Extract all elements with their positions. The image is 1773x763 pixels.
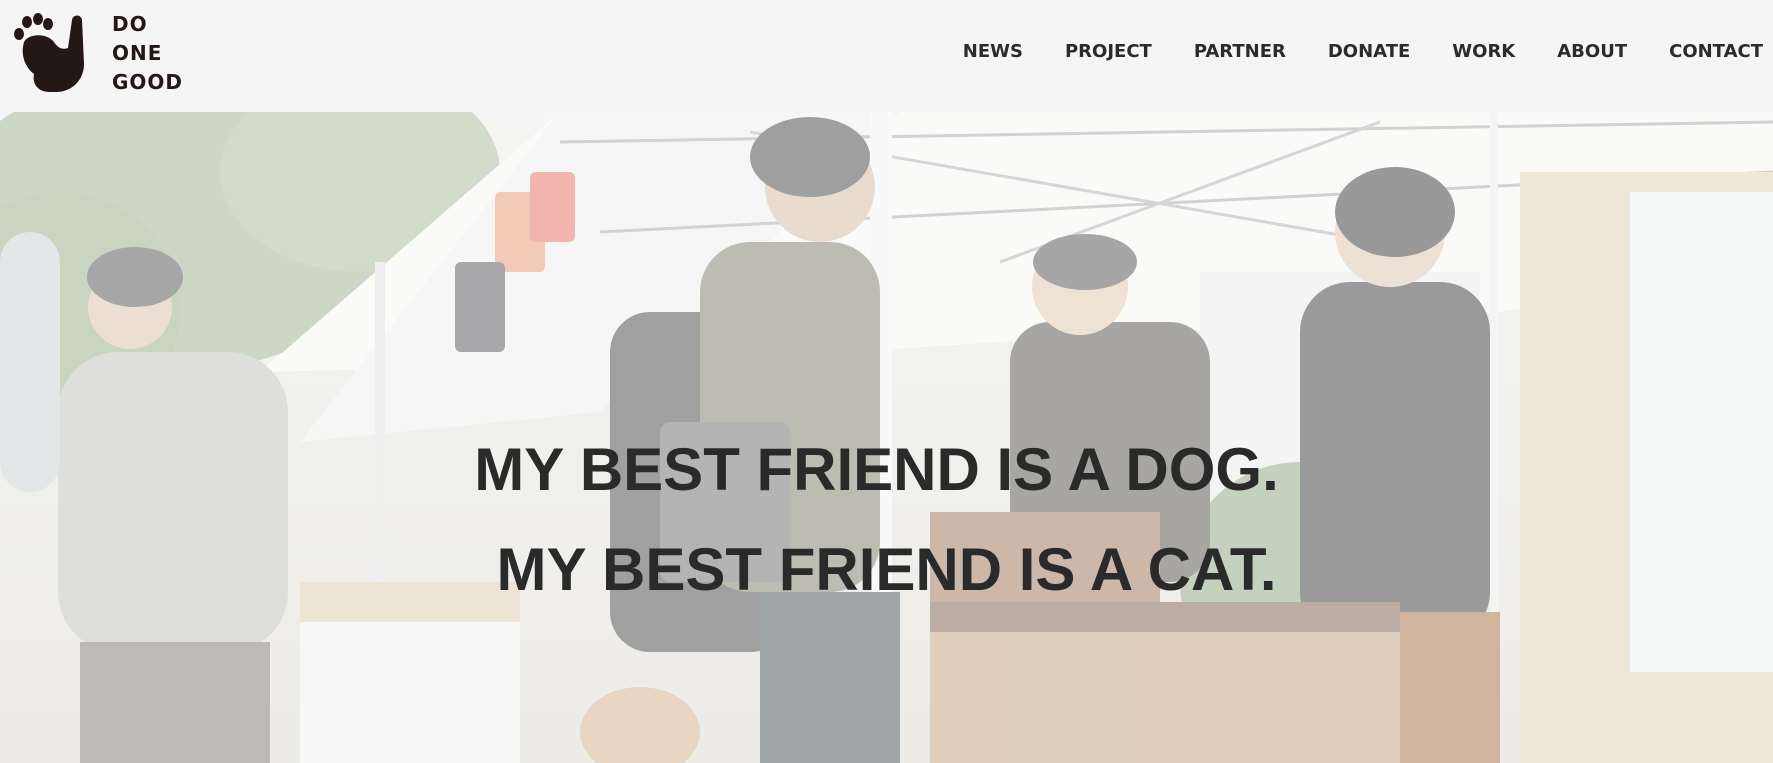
nav-item-contact[interactable]: CONTACT <box>1669 40 1763 64</box>
logo-line-do: DO <box>112 12 148 36</box>
site-header: DO ONE GOOD NEWS PROJECT PARTNER DONATE … <box>0 0 1773 112</box>
nav-item-work[interactable]: WORK <box>1452 40 1515 64</box>
paw-hand-icon <box>14 13 84 92</box>
nav-item-about[interactable]: ABOUT <box>1557 40 1627 64</box>
nav-item-donate[interactable]: DONATE <box>1328 40 1410 64</box>
main-nav: NEWS PROJECT PARTNER DONATE WORK ABOUT C… <box>921 40 1763 64</box>
hero-headline-dog: MY BEST FRIEND IS A DOG. <box>474 436 1279 503</box>
logo-line-one: ONE <box>112 41 163 65</box>
nav-item-news[interactable]: NEWS <box>963 40 1023 64</box>
logo-wordmark: DO ONE GOOD <box>112 10 183 97</box>
site-logo[interactable]: DO ONE GOOD <box>10 10 200 94</box>
nav-item-project[interactable]: PROJECT <box>1065 40 1152 64</box>
hero-headline-cat: MY BEST FRIEND IS A CAT. <box>496 536 1277 603</box>
hero-section: MY BEST FRIEND IS A DOG. MY BEST FRIEND … <box>0 112 1773 763</box>
logo-line-good: GOOD <box>112 70 184 94</box>
nav-item-partner[interactable]: PARTNER <box>1194 40 1286 64</box>
